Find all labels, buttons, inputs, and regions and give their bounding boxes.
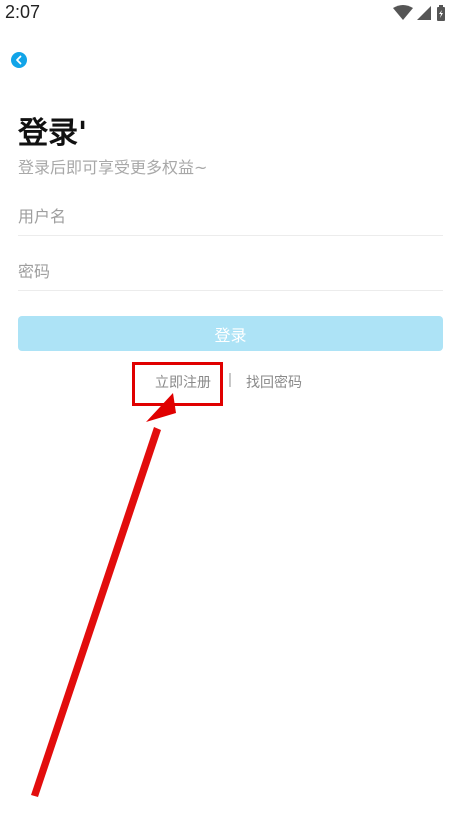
annotation-arrow — [31, 393, 176, 797]
